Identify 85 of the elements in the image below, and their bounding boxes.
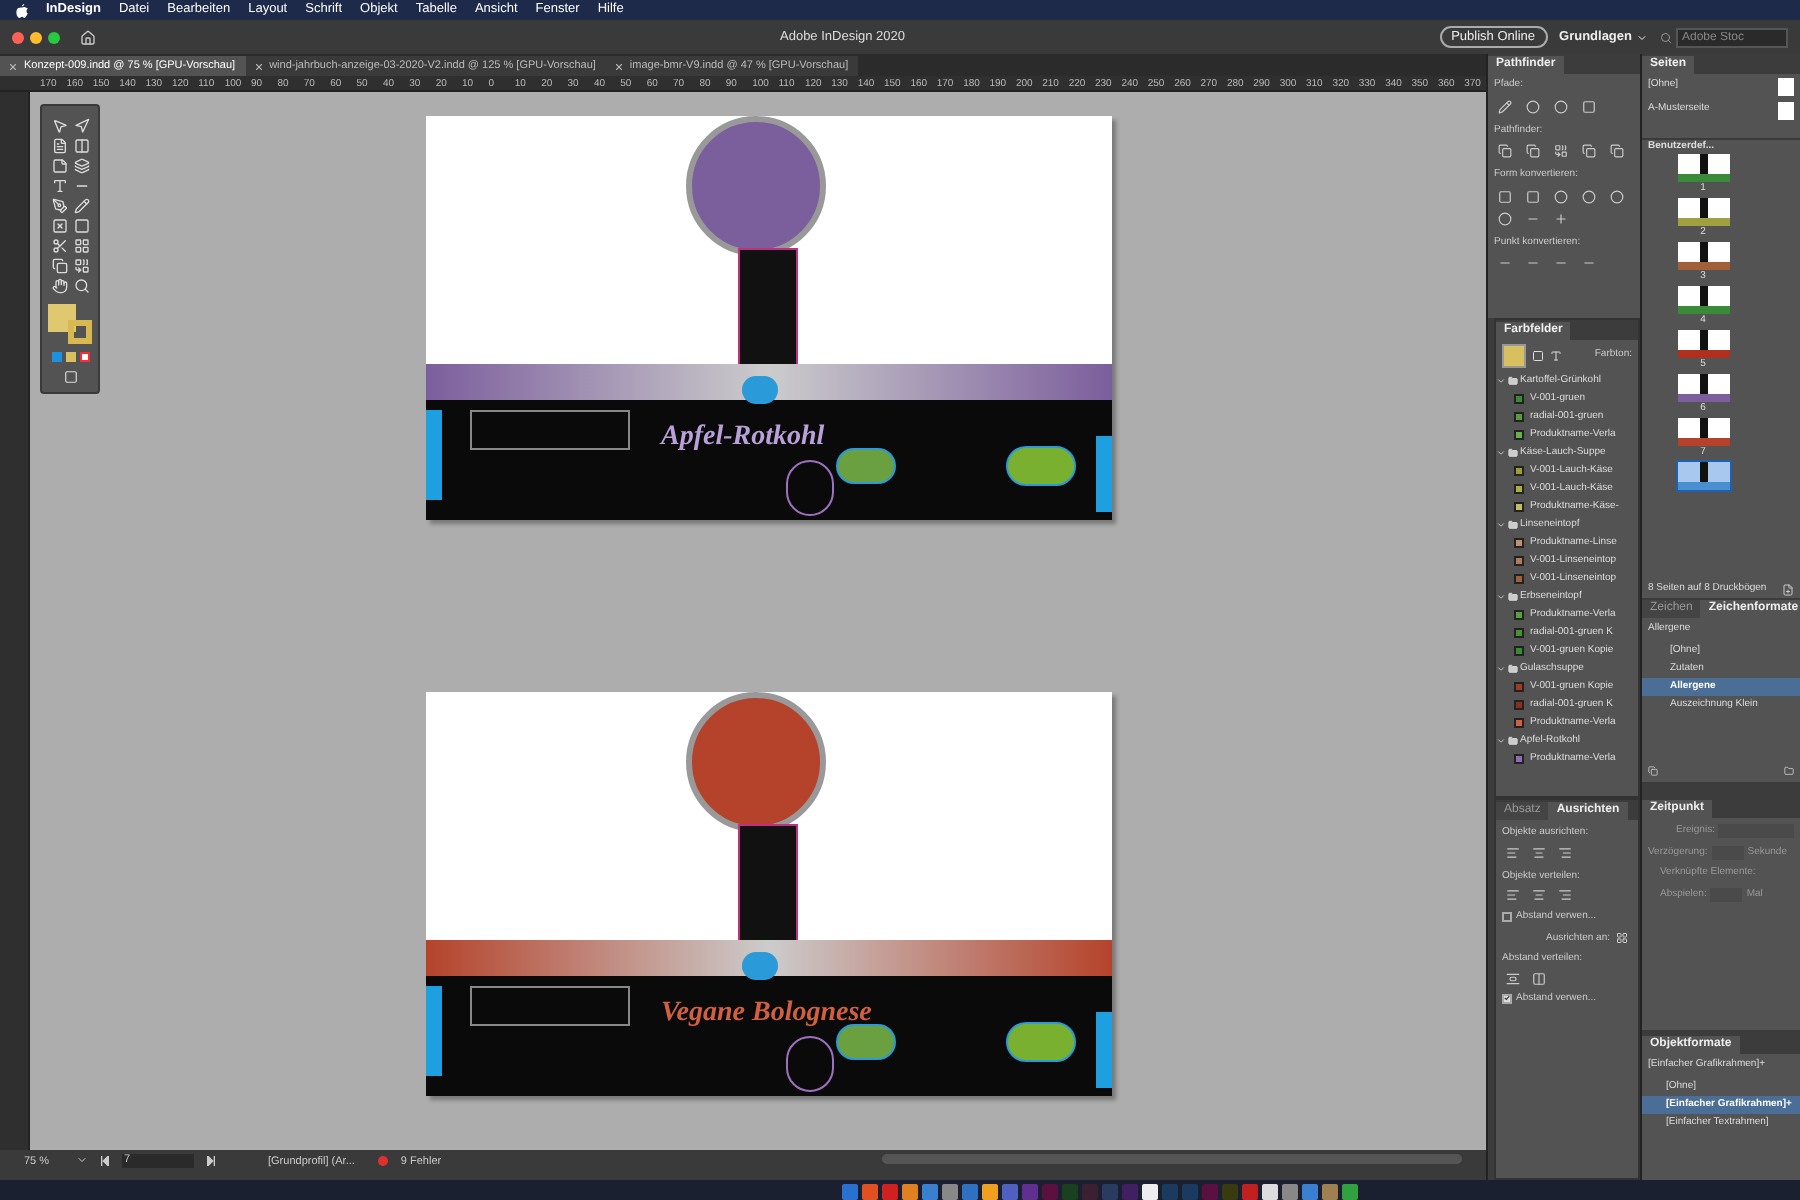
fill-stroke-swatch[interactable] (48, 304, 92, 344)
pathfinder-op-icon[interactable] (1526, 144, 1540, 158)
ingredient-drawing (785, 1036, 833, 1092)
rectangle-tool-icon[interactable] (73, 218, 89, 234)
folder-icon (1508, 520, 1518, 530)
product-title: Vegane Bolognese (661, 996, 872, 1032)
search-icon[interactable] (1660, 31, 1672, 43)
gradient-tool-icon[interactable] (73, 258, 89, 274)
color-mode-icon[interactable] (51, 352, 61, 362)
pathfinder-op-icon[interactable] (1582, 144, 1596, 158)
page-thumbnail[interactable] (1677, 242, 1729, 270)
pencil-tool-icon[interactable] (73, 198, 89, 214)
page-thumbnail[interactable] (1677, 286, 1729, 314)
expand-caret-icon[interactable] (1496, 664, 1506, 674)
ingredient-drawing (785, 460, 833, 516)
pathfinder-op-icon[interactable] (1554, 144, 1568, 158)
align-icon[interactable] (1506, 888, 1520, 902)
home-icon[interactable] (80, 29, 96, 45)
text-mode-icon[interactable] (1550, 350, 1562, 362)
page-thumbnail[interactable] (1677, 418, 1729, 446)
pathfinder-op-icon[interactable] (1498, 99, 1512, 113)
content-tool-icon[interactable] (73, 158, 89, 174)
page-thumbnail[interactable] (1677, 462, 1729, 490)
checkbox[interactable] (1502, 993, 1512, 1004)
pathfinder-op-icon[interactable] (1498, 144, 1512, 158)
pathfinder-op-icon[interactable] (1610, 144, 1624, 158)
grid-tool-icon[interactable] (73, 238, 89, 254)
close-icon[interactable] (10, 63, 16, 69)
scissors-tool-icon[interactable] (51, 238, 67, 254)
hand-tool-icon[interactable] (51, 278, 67, 294)
apple-icon[interactable] (16, 3, 28, 17)
page-thumbnail[interactable] (1677, 198, 1729, 226)
folder-icon (1508, 376, 1518, 386)
gradient-mode-icon[interactable] (65, 352, 75, 362)
align-to-icon[interactable] (1616, 932, 1628, 945)
spacing-icon[interactable] (1532, 971, 1546, 985)
note-tool-icon[interactable] (51, 158, 67, 174)
gap-tool-icon[interactable] (73, 138, 89, 154)
last-page-icon[interactable] (206, 1155, 216, 1165)
folder-icon (1508, 592, 1518, 602)
align-icon[interactable] (1506, 845, 1520, 859)
dropdown-icon[interactable] (76, 1154, 88, 1166)
folder-icon (1508, 664, 1518, 674)
new-page-icon[interactable] (1782, 583, 1794, 595)
expand-caret-icon[interactable] (1496, 592, 1506, 602)
align-icon[interactable] (1532, 845, 1546, 859)
caret-icon[interactable] (1636, 31, 1648, 43)
folder-icon[interactable] (1784, 766, 1794, 776)
zoom-button[interactable] (48, 31, 60, 43)
expand-caret-icon[interactable] (1496, 448, 1506, 458)
align-icon[interactable] (1558, 888, 1572, 902)
none-mode-icon[interactable] (79, 352, 89, 362)
page-tool-icon[interactable] (51, 138, 67, 154)
pen-tool-icon[interactable] (51, 198, 67, 214)
close-icon[interactable] (615, 63, 622, 69)
barcode-bar (425, 410, 441, 500)
folder-icon (1508, 448, 1518, 458)
product-title: Apfel-Rotkohl (661, 420, 825, 456)
align-icon[interactable] (1532, 888, 1546, 902)
first-page-icon[interactable] (100, 1155, 110, 1165)
align-icon[interactable] (1558, 845, 1572, 859)
close-icon[interactable] (255, 63, 262, 69)
direct-selection-tool-icon[interactable] (73, 118, 89, 134)
spacing-icon[interactable] (1506, 971, 1520, 985)
new-style-icon[interactable] (1648, 766, 1658, 776)
frame-tool-icon[interactable] (51, 218, 67, 234)
type-tool-icon[interactable] (51, 178, 67, 194)
selection-tool-icon[interactable] (51, 118, 67, 134)
transform-tool-icon[interactable] (51, 258, 67, 274)
expand-caret-icon[interactable] (1496, 520, 1506, 530)
close-button[interactable] (12, 31, 24, 43)
barcode-bar (425, 986, 441, 1076)
expand-caret-icon[interactable] (1496, 736, 1506, 746)
frame-mode-icon[interactable] (1532, 350, 1544, 362)
screen-mode-icon[interactable] (63, 370, 77, 384)
expand-caret-icon[interactable] (1496, 376, 1506, 386)
zoom-tool-icon[interactable] (73, 278, 89, 294)
fill-stroke-swatch[interactable] (1502, 344, 1526, 368)
page-thumbnail[interactable] (1677, 154, 1729, 182)
pathfinder-op-icon[interactable] (1554, 211, 1568, 225)
minimize-button[interactable] (30, 31, 42, 43)
checkbox[interactable] (1502, 912, 1512, 923)
page-thumbnail[interactable] (1677, 374, 1729, 402)
folder-icon (1508, 736, 1518, 746)
page-thumbnail[interactable] (1677, 330, 1729, 358)
